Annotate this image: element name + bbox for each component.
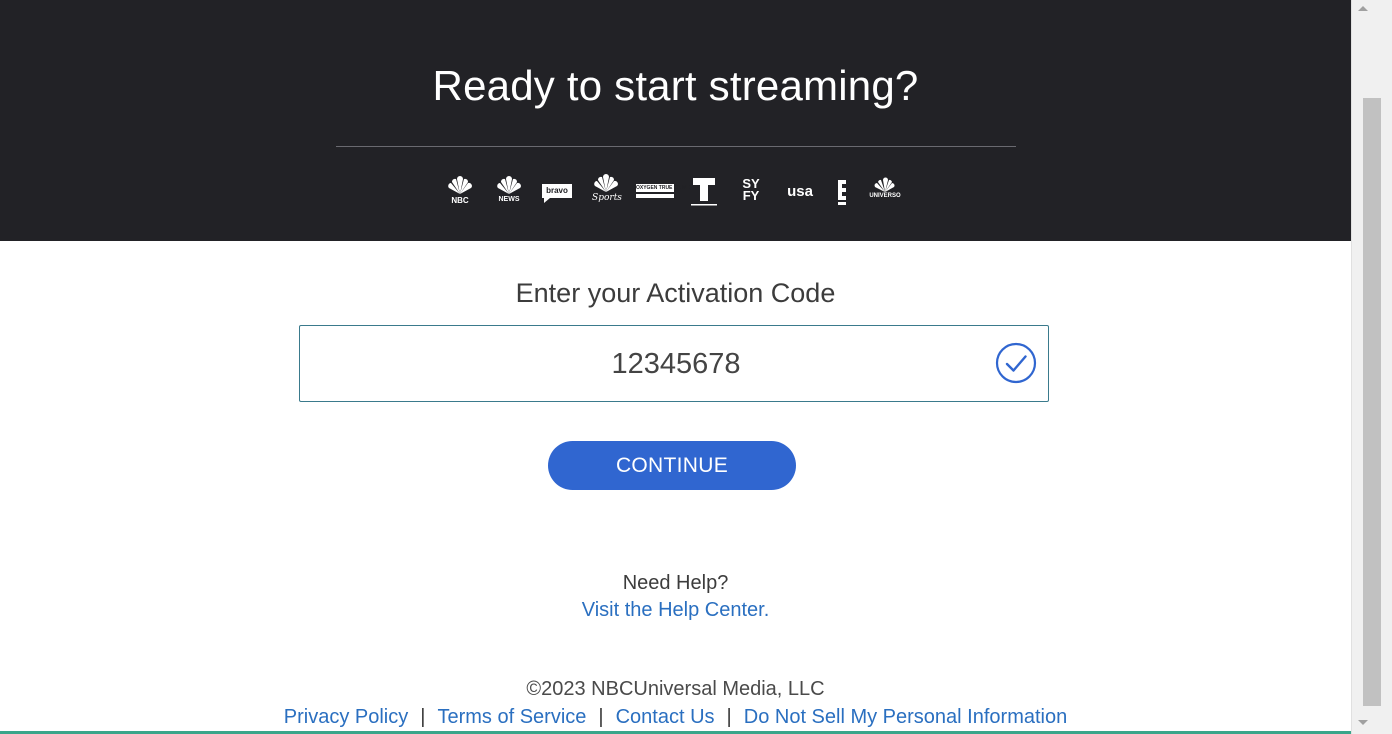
e-logo-icon (836, 174, 848, 210)
activation-code-field[interactable] (299, 325, 1052, 403)
privacy-policy-link[interactable]: Privacy Policy (284, 706, 408, 728)
do-not-sell-link[interactable]: Do Not Sell My Personal Information (744, 706, 1067, 728)
bravo-logo-icon: bravo (541, 174, 573, 210)
continue-button[interactable]: CONTINUE (548, 441, 796, 490)
nbc-news-logo-icon: NEWS (494, 174, 524, 210)
footer-links: Privacy Policy | Terms of Service | Contact … (0, 706, 1351, 729)
arrow-up-icon (1358, 6, 1368, 11)
check-circle-icon (995, 342, 1037, 384)
telemundo-logo-icon (689, 174, 719, 210)
nbc-sports-logo-icon: Sports (588, 174, 626, 210)
contact-us-link[interactable]: Contact Us (616, 706, 715, 728)
activation-code-input[interactable] (300, 326, 1052, 403)
usa-logo-icon: usa (787, 183, 813, 200)
vertical-scrollbar[interactable] (1351, 0, 1392, 734)
footer-separator: | (420, 706, 426, 728)
hero-title: Ready to start streaming? (432, 62, 919, 109)
scroll-down-button[interactable] (1352, 714, 1392, 732)
activation-page: Ready to start streaming? NBC NEWS bravo… (0, 0, 1351, 734)
nbc-logo-icon: NBC (444, 174, 476, 210)
universo-logo-icon: UNIVERSO (864, 174, 906, 210)
syfy-logo-icon: SY FY (742, 176, 760, 203)
terms-of-service-link[interactable]: Terms of Service (437, 706, 586, 728)
scroll-up-button[interactable] (1352, 0, 1392, 18)
hero-divider (336, 146, 1016, 147)
hero-banner: Ready to start streaming? NBC NEWS bravo… (0, 0, 1351, 241)
help-center-link[interactable]: Visit the Help Center. (0, 599, 1351, 622)
copyright-text: ©2023 NBCUniversal Media, LLC (526, 678, 825, 700)
footer-separator: | (598, 706, 604, 728)
oxygen-logo-icon: OXYGEN TRUE CRIME (636, 174, 690, 210)
help-question: Need Help? (622, 572, 729, 594)
scroll-thumb[interactable] (1363, 98, 1381, 706)
footer-separator: | (726, 706, 732, 728)
activation-code-heading: Enter your Activation Code (515, 278, 836, 308)
arrow-down-icon (1358, 720, 1368, 725)
